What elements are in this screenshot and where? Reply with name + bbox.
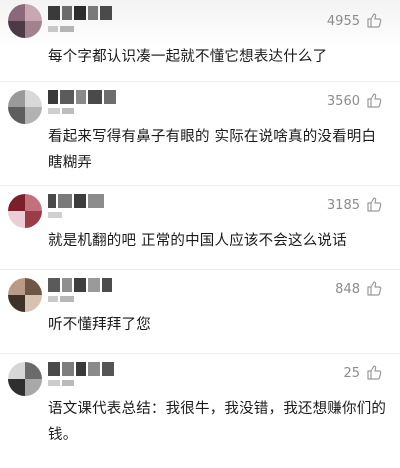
thumbs-up-icon[interactable] — [366, 196, 382, 212]
user-meta-obscured — [48, 108, 84, 114]
user-meta-obscured — [48, 26, 84, 32]
avatar[interactable] — [8, 90, 42, 124]
comment-text: 听不懂拜拜了您 — [48, 317, 151, 333]
user-meta-obscured — [48, 296, 84, 302]
thumbs-up-icon[interactable] — [366, 364, 382, 380]
username-obscured[interactable] — [48, 6, 124, 20]
username-obscured[interactable] — [48, 278, 124, 292]
comment-item: 25 语文课代表总结：我很牛，我没错，我还想赚你们的钱。 — [0, 354, 400, 468]
like-count: 3560 — [326, 94, 360, 109]
avatar[interactable] — [8, 362, 42, 396]
comment-text: 就是机翻的吧 正常的中国人应该不会这么说话 — [48, 233, 347, 249]
thumbs-up-icon[interactable] — [366, 92, 382, 108]
comment-text: 每个字都认识凑一起就不懂它想表达什么了 — [48, 49, 328, 65]
like-count: 4955 — [326, 14, 360, 29]
comment-item: 4955 每个字都认识凑一起就不懂它想表达什么了 — [0, 0, 400, 82]
avatar[interactable] — [8, 194, 42, 228]
comment-text: 语文课代表总结：我很牛，我没错，我还想赚你们的钱。 — [48, 401, 387, 443]
comment-text: 看起来写得有鼻子有眼的 实际在说啥真的没看明白 瞎糊弄 — [48, 129, 377, 171]
thumbs-up-icon[interactable] — [366, 12, 382, 28]
like-count: 25 — [343, 366, 360, 381]
user-meta-obscured — [48, 212, 84, 218]
avatar[interactable] — [8, 4, 42, 38]
comment-list: 4955 每个字都认识凑一起就不懂它想表达什么了 3560 看起来写得有鼻子有眼… — [0, 0, 400, 468]
comment-item: 3185 就是机翻的吧 正常的中国人应该不会这么说话 — [0, 186, 400, 270]
like-count: 3185 — [326, 198, 360, 213]
comment-item: 848 听不懂拜拜了您 — [0, 270, 400, 354]
user-meta-obscured — [48, 380, 84, 386]
username-obscured[interactable] — [48, 194, 124, 208]
like-count: 848 — [335, 282, 360, 297]
thumbs-up-icon[interactable] — [366, 280, 382, 296]
username-obscured[interactable] — [48, 362, 124, 376]
username-obscured[interactable] — [48, 90, 124, 104]
avatar[interactable] — [8, 278, 42, 312]
comment-item: 3560 看起来写得有鼻子有眼的 实际在说啥真的没看明白 瞎糊弄 — [0, 82, 400, 186]
